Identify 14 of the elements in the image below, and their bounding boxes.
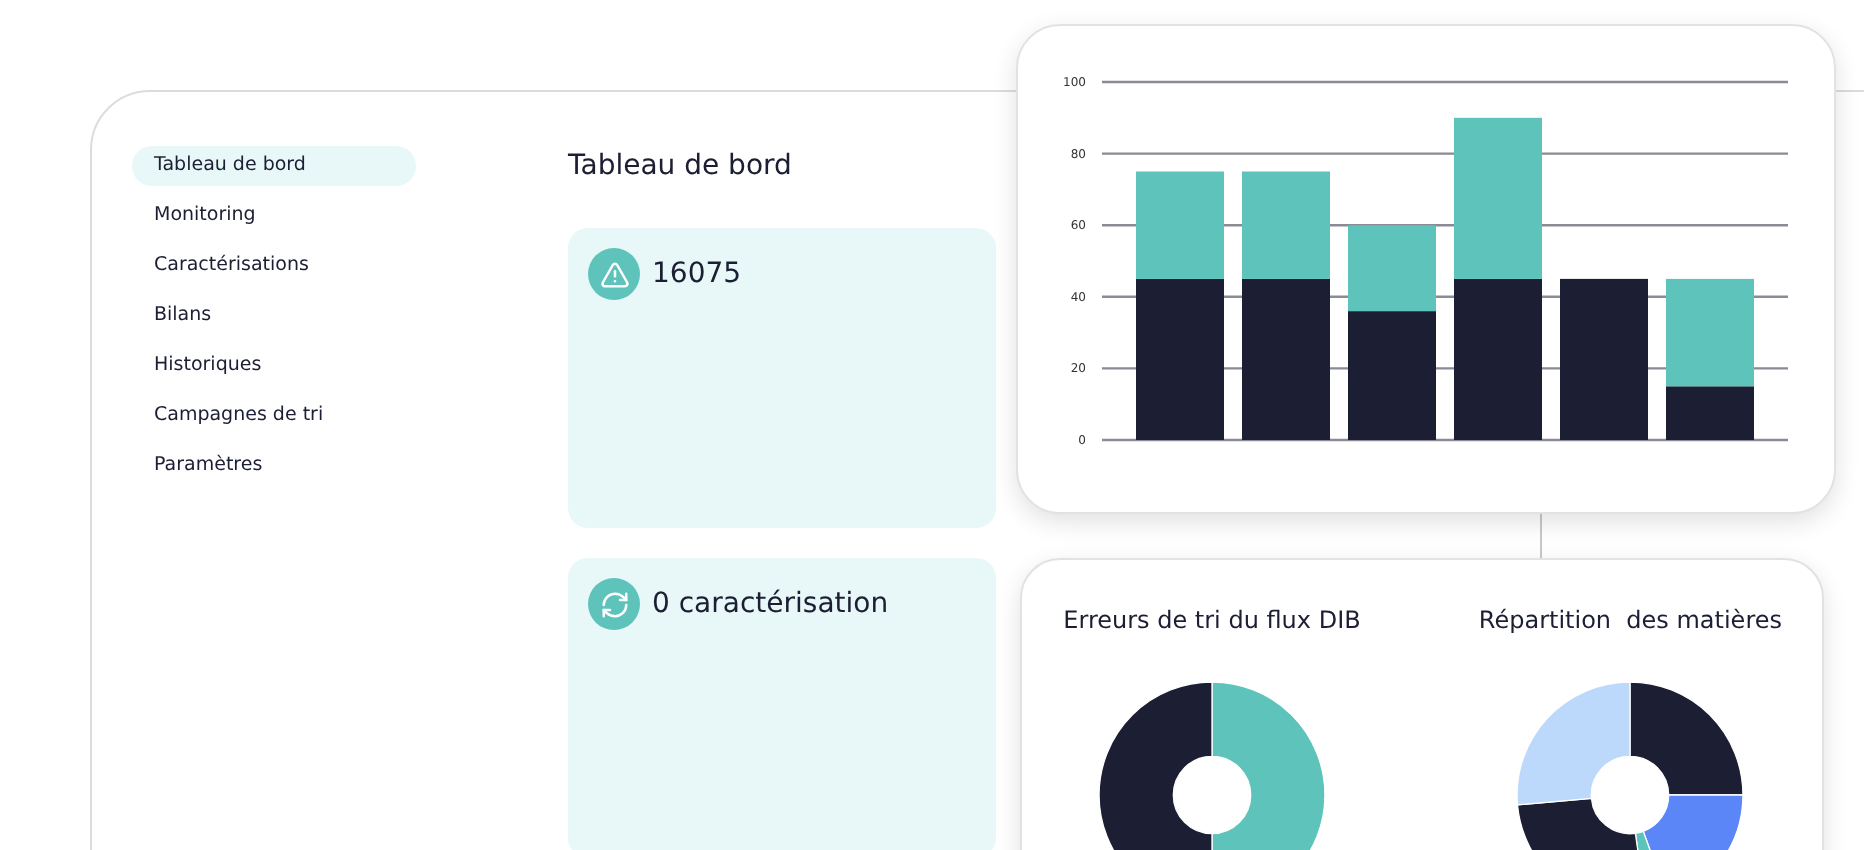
- sidebar-item[interactable]: Campagnes de tri: [132, 396, 416, 436]
- sidebar-item[interactable]: Tableau de bord: [132, 146, 416, 186]
- page-title: Tableau de bord: [568, 148, 794, 186]
- sidebar-item[interactable]: Paramètres: [132, 446, 416, 486]
- chart-title: Répartition des matières: [1478, 604, 1782, 638]
- sidebar-item[interactable]: Caractérisations: [132, 246, 416, 286]
- stat-value: 16075: [652, 255, 742, 293]
- sidebar-item[interactable]: Monitoring: [132, 196, 416, 236]
- warning-icon: [588, 248, 640, 300]
- refresh-icon: [588, 578, 640, 630]
- stat-value: 0 caractérisation: [652, 585, 889, 623]
- sidebar-item[interactable]: Bilans: [132, 296, 416, 336]
- chart-title: Erreurs de tri du flux DIB: [1063, 604, 1361, 638]
- sidebar-item[interactable]: Historiques: [132, 346, 416, 386]
